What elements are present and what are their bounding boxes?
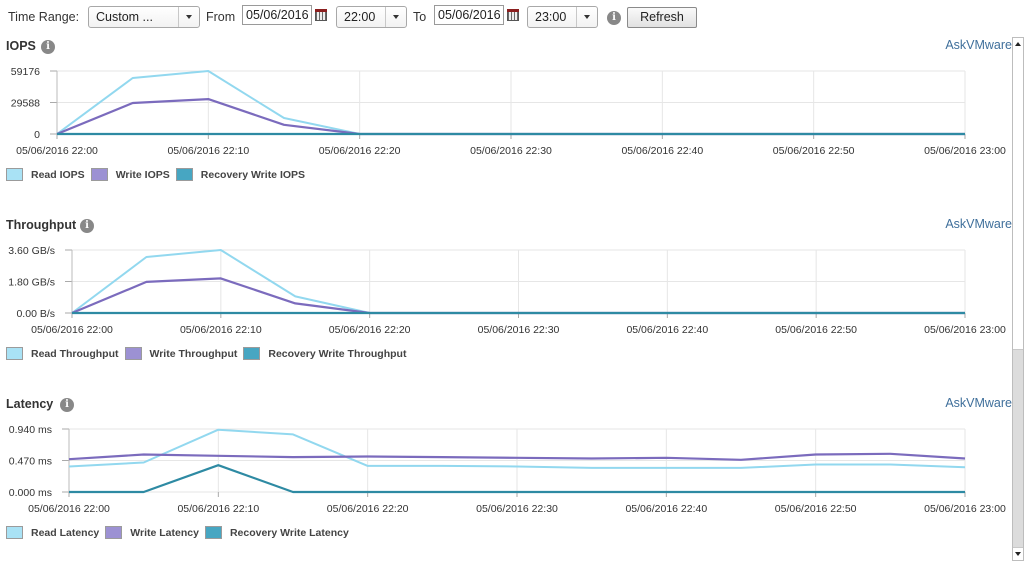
legend-swatch (175, 168, 193, 181)
legend-item-recovery[interactable]: Recovery Write IOPS (175, 168, 306, 181)
x-tick-label: 05/06/2016 22:30 (476, 503, 558, 515)
askvmware-link[interactable]: AskVMware (945, 38, 1012, 52)
throughput-legend: Read Throughput Write Throughput Recovery … (6, 347, 412, 360)
time-range-value: Custom ... (96, 10, 153, 24)
y-tick-label: 0.000 ms (9, 487, 52, 499)
y-tick-label: 0.940 ms (9, 424, 52, 436)
legend-label: Read Throughput (31, 347, 119, 360)
y-tick-label: 59176 (11, 66, 40, 78)
x-tick-label: 05/06/2016 22:20 (329, 324, 411, 336)
throughput-chart: 0.00 B/s 1.80 GB/s 3.60 GB/s 05/06/2016 22:… (8, 245, 1006, 336)
y-tick-label: 0.470 ms (9, 456, 52, 468)
askvmware-link[interactable]: AskVMware (945, 396, 1012, 410)
x-tick-label: 05/06/2016 22:30 (478, 324, 560, 336)
askvmware-link[interactable]: AskVMware (945, 217, 1012, 231)
x-tick-label: 05/06/2016 22:50 (775, 503, 857, 515)
time-range-select[interactable]: Custom ... (88, 6, 200, 28)
from-time-select[interactable]: 22:00 (336, 6, 407, 28)
legend-swatch (204, 526, 222, 539)
legend-label: Recovery Write Latency (229, 526, 349, 539)
vertical-scrollbar[interactable] (1012, 37, 1024, 561)
legend-swatch (105, 526, 123, 539)
legend-item-write[interactable]: Write Latency (105, 526, 199, 539)
legend-label: Write IOPS (115, 168, 170, 181)
x-tick-label: 05/06/2016 23:00 (924, 503, 1006, 515)
y-tick-label: 3.60 GB/s (8, 245, 55, 257)
chevron-down-icon (576, 7, 597, 27)
legend-label: Recovery Write IOPS (200, 168, 306, 181)
to-date-input[interactable] (434, 5, 504, 25)
x-tick-label: 05/06/2016 22:50 (773, 145, 855, 157)
x-tick-label: 05/06/2016 22:40 (621, 145, 703, 157)
legend-label: Write Throughput (149, 347, 238, 360)
latency-chart: 0.000 ms 0.470 ms 0.940 ms 05/06/2016 22:00… (9, 424, 1006, 515)
legend-item-read[interactable]: Read IOPS (6, 168, 85, 181)
y-tick-label: 1.80 GB/s (8, 277, 55, 289)
scroll-down-arrow-icon[interactable] (1013, 547, 1023, 560)
x-tick-label: 05/06/2016 22:40 (625, 503, 707, 515)
info-icon[interactable]: i (607, 11, 621, 25)
legend-swatch (6, 526, 23, 539)
refresh-button[interactable]: Refresh (627, 7, 697, 28)
legend-item-write[interactable]: Write Throughput (124, 347, 238, 360)
y-tick-label: 29588 (11, 98, 40, 110)
x-tick-label: 05/06/2016 23:00 (924, 145, 1006, 157)
latency-title: Latency (6, 397, 54, 411)
legend-label: Write Latency (130, 526, 199, 539)
scrollbar-thumb[interactable] (1013, 50, 1023, 350)
x-tick-label: 05/06/2016 22:10 (167, 145, 249, 157)
iops-title: IOPS (6, 39, 36, 53)
legend-swatch (90, 168, 108, 181)
x-tick-label: 05/06/2016 22:30 (470, 145, 552, 157)
x-tick-label: 05/06/2016 22:00 (16, 145, 98, 157)
time-range-toolbar: Time Range: Custom ... From 22:00 To 23:… (0, 0, 1034, 34)
calendar-icon[interactable] (507, 9, 519, 21)
chevron-down-icon (385, 7, 406, 27)
chevron-down-icon (178, 7, 199, 27)
from-time-value: 22:00 (344, 10, 376, 24)
legend-swatch (243, 347, 261, 360)
time-range-label: Time Range: (8, 10, 80, 24)
iops-legend: Read IOPS Write IOPS Recovery Write IOPS (6, 168, 311, 181)
to-time-value: 23:00 (535, 10, 567, 24)
x-tick-label: 05/06/2016 22:40 (626, 324, 708, 336)
info-icon[interactable]: i (80, 219, 94, 233)
x-tick-label: 05/06/2016 22:00 (28, 503, 110, 515)
info-icon[interactable]: i (60, 398, 74, 412)
y-tick-label: 0 (34, 129, 40, 141)
info-icon[interactable]: i (41, 40, 55, 54)
from-date-input[interactable] (242, 5, 312, 25)
x-tick-label: 05/06/2016 22:20 (327, 503, 409, 515)
x-tick-label: 05/06/2016 22:10 (180, 324, 262, 336)
x-tick-label: 05/06/2016 23:00 (924, 324, 1006, 336)
legend-swatch (6, 168, 23, 181)
legend-swatch (6, 347, 23, 360)
from-label: From (206, 10, 236, 24)
legend-label: Recovery Write Throughput (268, 347, 407, 360)
legend-label: Read IOPS (31, 168, 85, 181)
to-time-select[interactable]: 23:00 (527, 6, 598, 28)
legend-item-write[interactable]: Write IOPS (90, 168, 170, 181)
x-tick-label: 05/06/2016 22:00 (31, 324, 113, 336)
iops-chart: 0 29588 59176 05/06/2016 22:00 05/06/2016 22… (11, 66, 1006, 157)
legend-item-read[interactable]: Read Latency (6, 526, 99, 539)
legend-label: Read Latency (31, 526, 100, 539)
latency-legend: Read Latency Write Latency Recovery Write … (6, 526, 355, 539)
x-tick-label: 05/06/2016 22:10 (177, 503, 259, 515)
legend-swatch (124, 347, 142, 360)
x-tick-label: 05/06/2016 22:50 (775, 324, 857, 336)
throughput-title: Throughput (6, 218, 77, 232)
x-tick-label: 05/06/2016 22:20 (319, 145, 401, 157)
legend-item-recovery[interactable]: Recovery Write Latency (204, 526, 349, 539)
y-tick-label: 0.00 B/s (16, 308, 55, 320)
legend-item-recovery[interactable]: Recovery Write Throughput (243, 347, 406, 360)
to-label: To (413, 10, 427, 24)
calendar-icon[interactable] (315, 9, 327, 21)
legend-item-read[interactable]: Read Throughput (6, 347, 119, 360)
